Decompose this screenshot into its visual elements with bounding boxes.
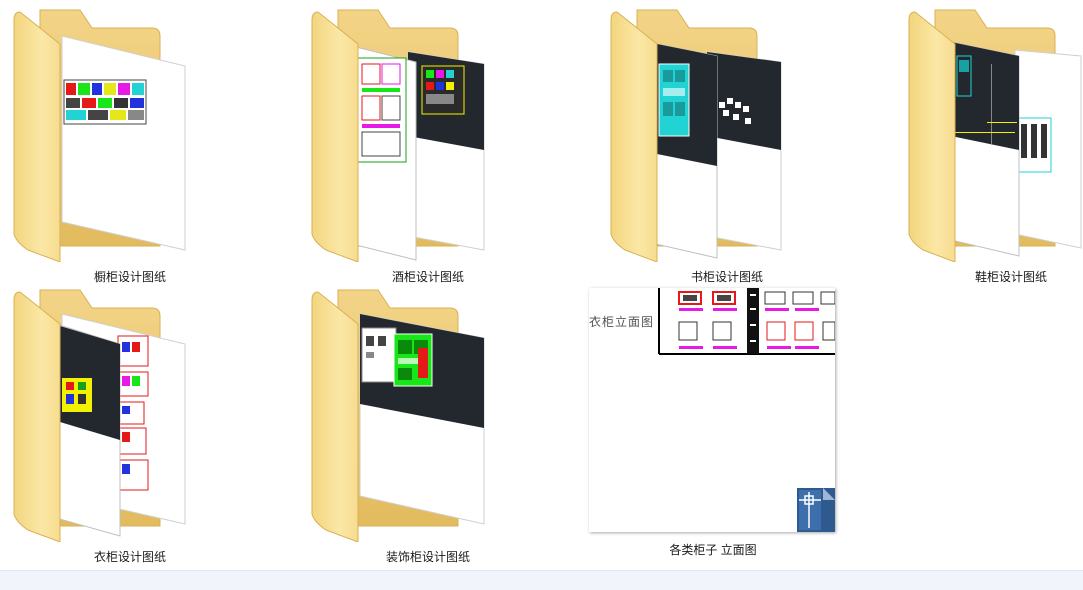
status-bar — [0, 570, 1083, 590]
folder-item[interactable]: 衣柜设计图纸 — [0, 286, 260, 566]
folder-item[interactable]: 酒柜设计图纸 — [298, 6, 558, 286]
folder-name: 书柜设计图纸 — [690, 270, 763, 284]
folder-icon — [311, 9, 485, 262]
folder-item[interactable]: 装饰柜设计图纸 — [298, 286, 558, 566]
file-explorer-content-area: 橱柜设计图纸 酒柜设计图纸 书柜设计图纸 鞋柜设计图纸 衣柜设计图纸 装饰柜设计… — [0, 0, 1083, 590]
folder-icon — [908, 9, 1082, 262]
folder-icon — [311, 289, 485, 542]
folder-name: 橱柜设计图纸 — [93, 270, 166, 284]
folder-icon — [13, 9, 186, 262]
folder-item[interactable]: 鞋柜设计图纸 — [895, 6, 1083, 286]
folder-name: 酒柜设计图纸 — [391, 270, 464, 284]
folder-name: 鞋柜设计图纸 — [974, 270, 1047, 284]
folder-name: 衣柜设计图纸 — [93, 550, 166, 564]
folder-name: 装饰柜设计图纸 — [385, 550, 470, 564]
folder-item[interactable]: 书柜设计图纸 — [597, 6, 857, 286]
autocad-dwg-icon — [797, 488, 835, 532]
folder-item[interactable]: 橱柜设计图纸 — [0, 6, 260, 286]
file-name: 各类柜子 立面图 — [669, 543, 757, 557]
dwg-file-thumbnail[interactable]: 衣柜立面图 — [589, 288, 835, 532]
folder-icon — [610, 9, 782, 262]
folder-icon — [13, 289, 186, 542]
